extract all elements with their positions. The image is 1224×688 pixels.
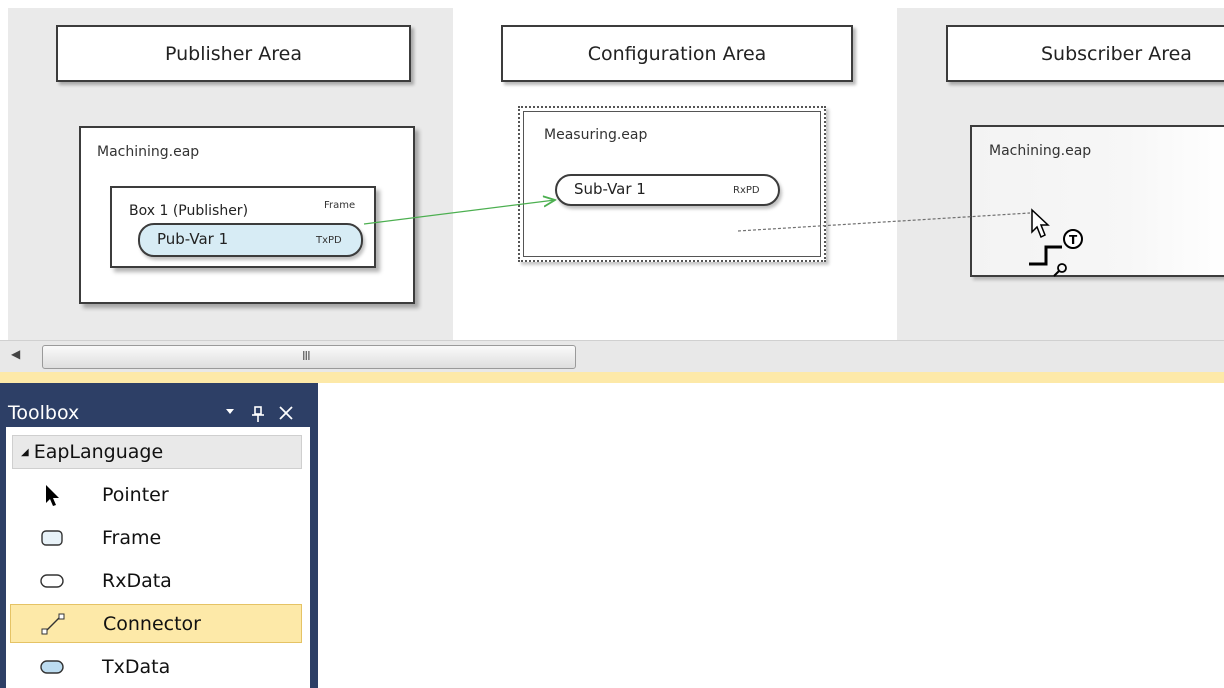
frame-icon [32, 523, 72, 553]
toolbox-group-label: EapLanguage [33, 441, 164, 463]
close-icon[interactable] [279, 406, 293, 420]
pending-connector [737, 212, 1031, 232]
scrollbar-grip-icon: III [302, 349, 311, 363]
connector-drag-cursor-icon: T [1029, 208, 1083, 277]
group-collapse-icon[interactable]: ◢ [21, 447, 29, 458]
pin-icon[interactable] [252, 406, 264, 422]
toolbox-window-controls [226, 406, 293, 422]
toolbox-item-label: Connector [103, 612, 201, 635]
scroll-left-arrow-icon[interactable]: ◀ [11, 347, 20, 361]
designer-canvas[interactable]: Publisher Area Configuration Area Subscr… [0, 0, 1224, 340]
toolbox-title: Toolbox [8, 402, 80, 424]
dropdown-icon[interactable] [226, 409, 234, 414]
toolbox-item-label: Pointer [102, 483, 169, 506]
svg-text:T: T [1069, 233, 1078, 247]
toolbox-group-eaplanguage[interactable]: ◢ EapLanguage [12, 435, 302, 469]
toolbox-item-connector[interactable]: Connector [10, 604, 302, 643]
pointer-icon [32, 480, 72, 510]
connector-lines [363, 0, 1031, 232]
toolbox-item-txdata[interactable]: TxData [10, 647, 302, 686]
toolbox-header: Toolbox [0, 383, 310, 427]
pub-sub-connector [363, 200, 555, 225]
rxdata-icon [32, 566, 72, 596]
txdata-icon [32, 652, 72, 682]
toolbox-item-label: RxData [102, 569, 172, 592]
connector-icon [33, 609, 73, 639]
toolbox-item-pointer[interactable]: Pointer [10, 475, 302, 514]
panel-splitter[interactable] [0, 372, 1224, 383]
toolbox-item-rxdata[interactable]: RxData [10, 561, 302, 600]
toolbox-item-label: TxData [102, 655, 171, 678]
toolbox-item-frame[interactable]: Frame [10, 518, 302, 557]
toolbox-item-label: Frame [102, 526, 162, 549]
